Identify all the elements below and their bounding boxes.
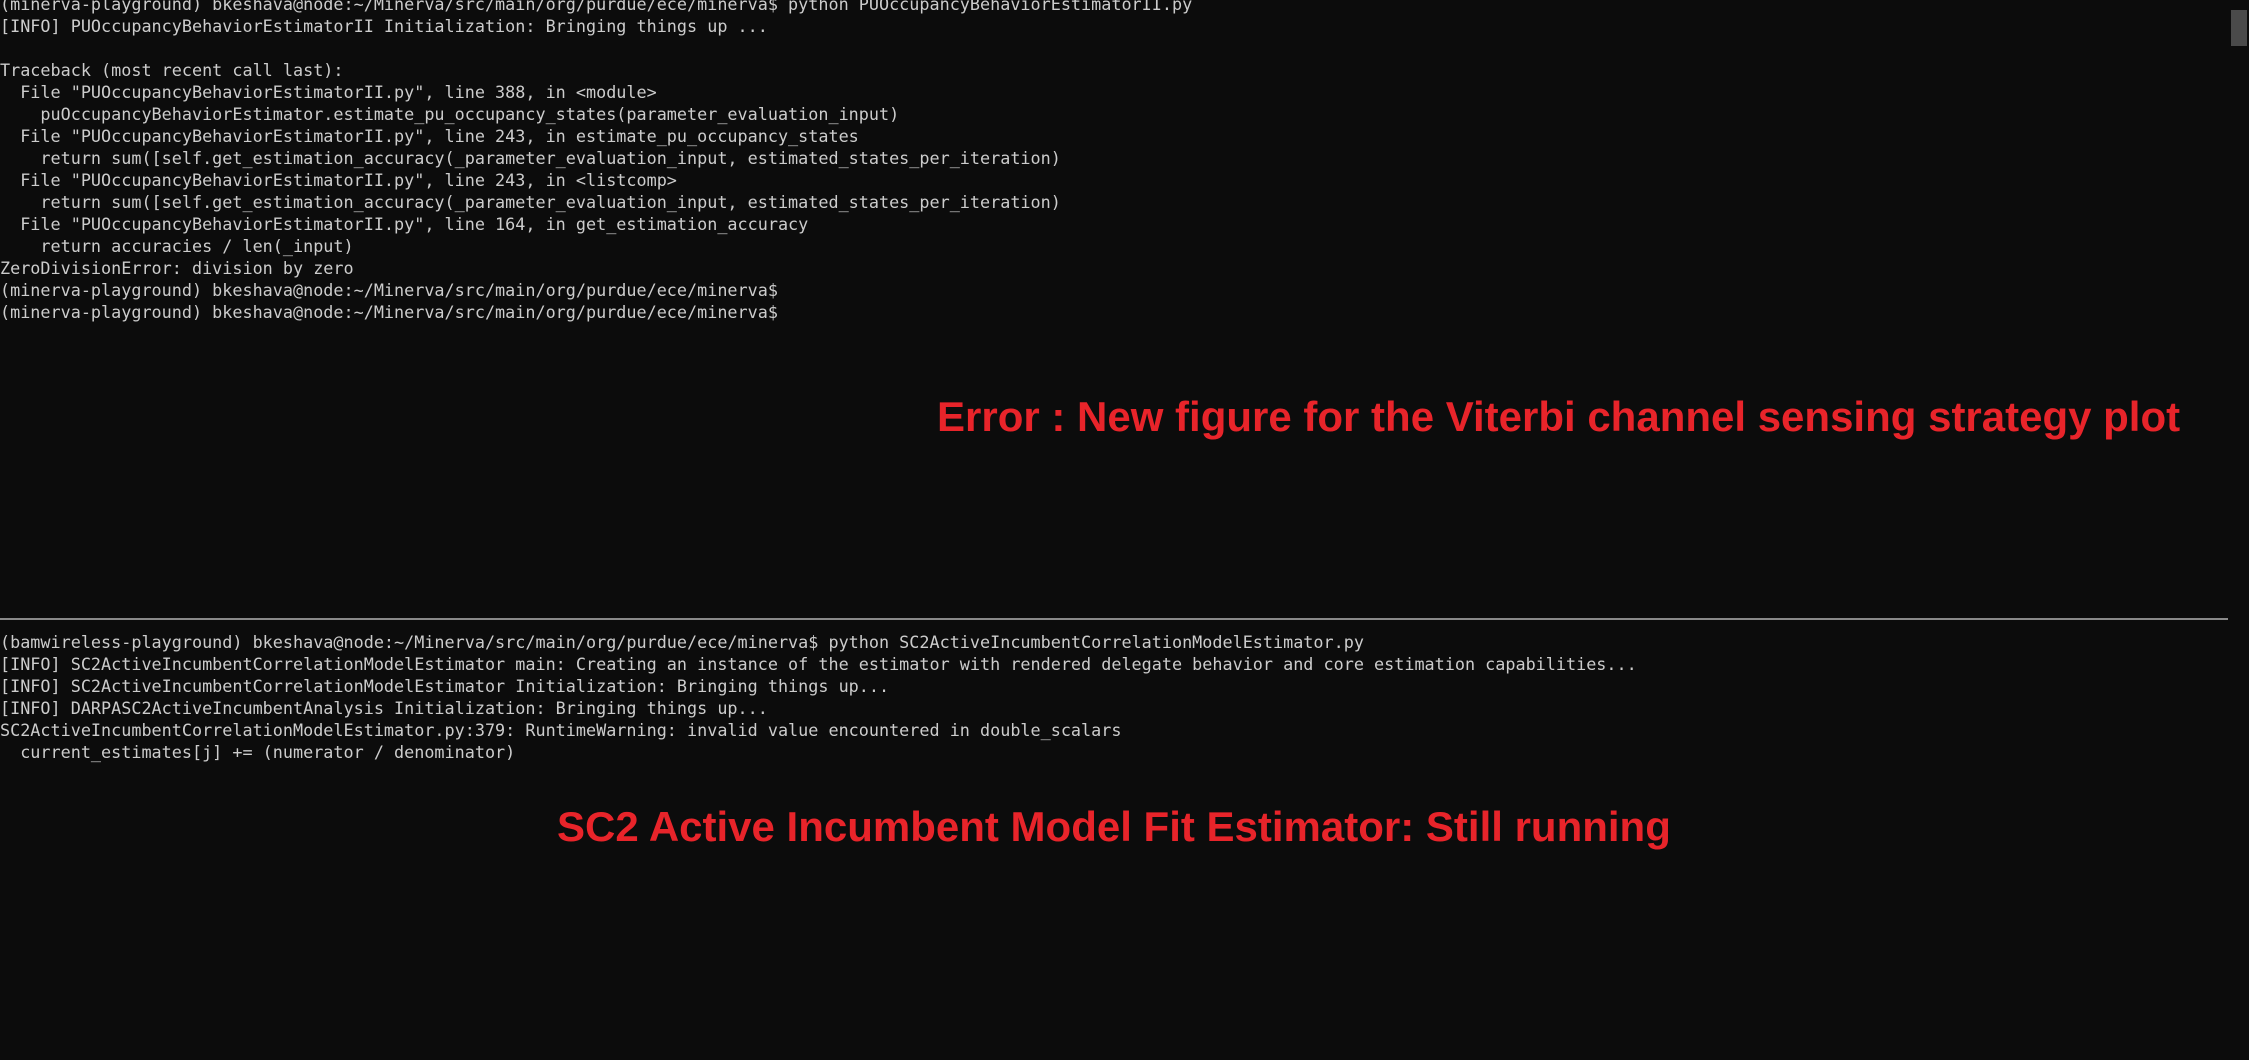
terminal-line: return sum([self.get_estimation_accuracy… <box>0 148 1061 168</box>
terminal-line: return accuracies / len(_input) <box>0 236 354 256</box>
terminal-line: current_estimates[j] += (numerator / den… <box>0 742 516 762</box>
vertical-scrollbar[interactable] <box>2228 0 2249 1060</box>
terminal-line: File "PUOccupancyBehaviorEstimatorII.py"… <box>0 170 677 190</box>
top-terminal-pane[interactable]: (minerva-playground) bkeshava@node:~/Min… <box>0 0 2226 618</box>
terminal-line: puOccupancyBehaviorEstimator.estimate_pu… <box>0 104 900 124</box>
bottom-terminal-output: (bamwireless-playground) bkeshava@node:~… <box>0 631 1637 763</box>
terminal-line: (minerva-playground) bkeshava@node:~/Min… <box>0 302 778 322</box>
terminal-line: ZeroDivisionError: division by zero <box>0 258 354 278</box>
error-annotation: Error : New figure for the Viterbi chann… <box>937 393 2181 440</box>
terminal-line: File "PUOccupancyBehaviorEstimatorII.py"… <box>0 126 859 146</box>
terminal-line: (minerva-playground) bkeshava@node:~/Min… <box>0 0 1193 14</box>
terminal-line: (bamwireless-playground) bkeshava@node:~… <box>0 632 1364 652</box>
terminal-line: File "PUOccupancyBehaviorEstimatorII.py"… <box>0 214 809 234</box>
scrollbar-thumb[interactable] <box>2231 10 2247 46</box>
terminal-line: (minerva-playground) bkeshava@node:~/Min… <box>0 280 778 300</box>
terminal-line: SC2ActiveIncumbentCorrelationModelEstima… <box>0 720 1122 740</box>
top-terminal-output: (minerva-playground) bkeshava@node:~/Min… <box>0 0 1192 323</box>
terminal-line: [INFO] DARPASC2ActiveIncumbentAnalysis I… <box>0 698 768 718</box>
terminal-line: return sum([self.get_estimation_accuracy… <box>0 192 1061 212</box>
terminal-line: [INFO] PUOccupancyBehaviorEstimatorII In… <box>0 16 768 36</box>
terminal-line: Traceback (most recent call last): <box>0 60 344 80</box>
terminal-line: [INFO] SC2ActiveIncumbentCorrelationMode… <box>0 676 890 696</box>
running-annotation: SC2 Active Incumbent Model Fit Estimator… <box>557 803 1671 850</box>
terminal-line: [INFO] SC2ActiveIncumbentCorrelationMode… <box>0 654 1637 674</box>
terminal-line: File "PUOccupancyBehaviorEstimatorII.py"… <box>0 82 657 102</box>
